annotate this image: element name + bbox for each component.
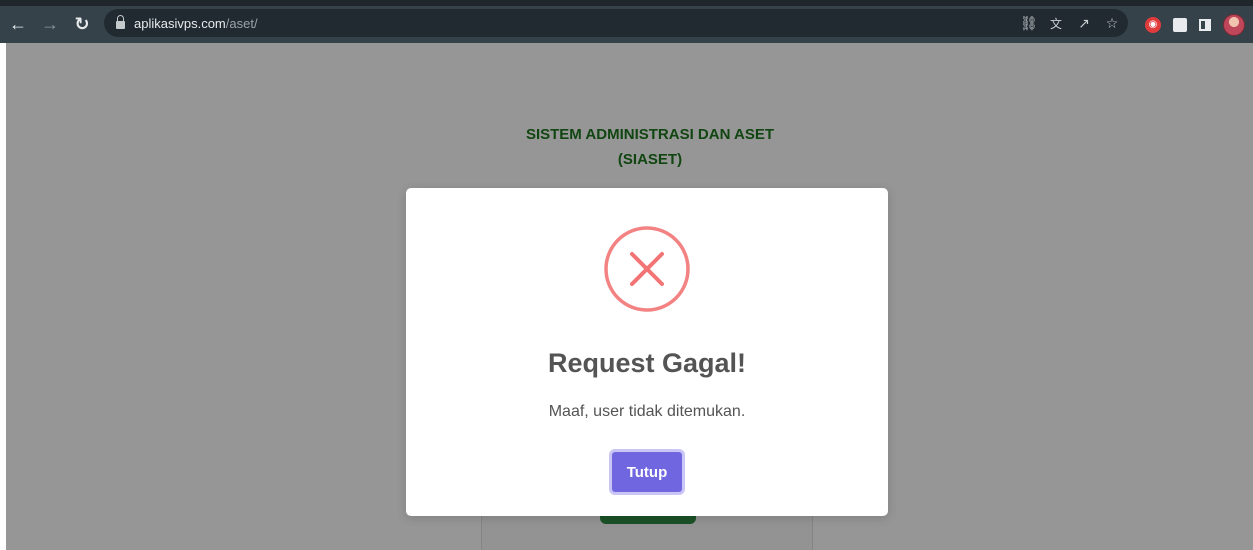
url-text[interactable]: aplikasivps.com/aset/ [134, 16, 258, 31]
reload-icon[interactable]: ↻ [68, 11, 96, 39]
close-button[interactable]: Tutup [609, 449, 685, 495]
url-path: /aset/ [225, 15, 258, 31]
puzzle-icon[interactable] [1173, 17, 1187, 32]
dialog-message: Maaf, user tidak ditemukan. [548, 403, 746, 420]
forward-arrow-icon[interactable]: → [36, 11, 64, 39]
star-icon[interactable]: ☆ [1104, 15, 1120, 32]
dialog-title: Request Gagal! [547, 348, 747, 378]
side-panel-icon[interactable] [1199, 18, 1211, 31]
browser-toolbar: ← → ↻ aplikasivps.com/aset/ ⛓ 文 ↗ ☆ ◉ [0, 0, 1253, 43]
key-icon[interactable]: ⛓ [1020, 15, 1038, 32]
avatar[interactable] [1223, 13, 1245, 36]
back-arrow-icon[interactable]: ← [4, 11, 32, 39]
address-bar[interactable]: aplikasivps.com/aset/ ⛓ 文 ↗ ☆ [104, 9, 1128, 37]
error-x-icon [604, 226, 690, 312]
url-domain: aplikasivps.com [134, 15, 226, 31]
browser-window: ← → ↻ aplikasivps.com/aset/ ⛓ 文 ↗ ☆ ◉ SI… [0, 0, 1253, 550]
lock-icon[interactable] [116, 15, 125, 29]
extension-icon[interactable]: ◉ [1145, 16, 1161, 33]
close-button-label: Tutup [612, 452, 682, 492]
share-icon[interactable]: ↗ [1076, 15, 1092, 32]
translate-icon[interactable]: 文 [1048, 15, 1064, 32]
error-dialog: Request Gagal! Maaf, user tidak ditemuka… [406, 188, 888, 516]
